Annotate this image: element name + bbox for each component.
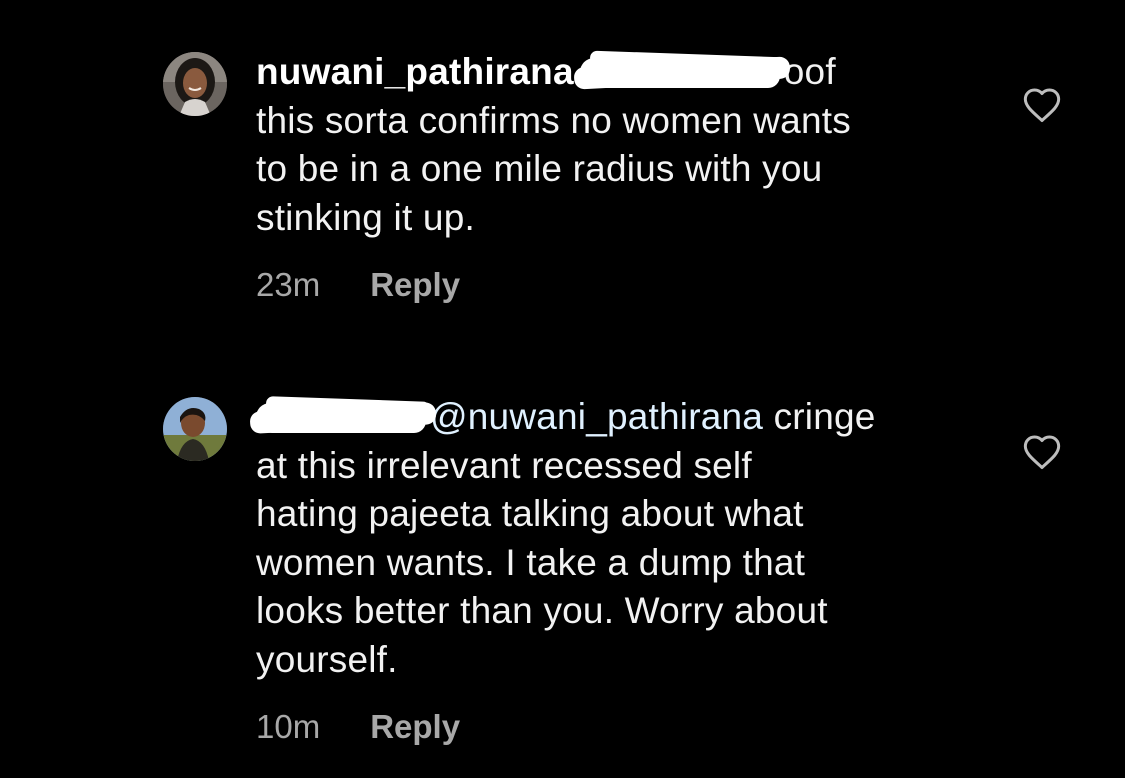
comment-mention[interactable]: @nuwani_pathirana — [430, 396, 763, 437]
avatar-photo — [163, 52, 227, 116]
avatar[interactable] — [163, 397, 227, 461]
comment-line: women wants. I take a dump that — [256, 541, 806, 583]
comment-line: looks better than you. Worry about — [256, 590, 828, 631]
reply-button[interactable]: Reply — [370, 708, 460, 746]
comment-first-line-tail: cringe — [773, 396, 876, 437]
heart-outline-icon[interactable] — [1022, 433, 1062, 471]
comment-username[interactable]: nuwani_pathirana — [256, 51, 574, 92]
comment-body: nuwani_pathirana oof this sorta confirms … — [256, 48, 976, 304]
reply-button[interactable]: Reply — [370, 266, 460, 304]
comment-line: at this irrelevant recessed self — [256, 444, 752, 486]
comment-timestamp: 23m — [256, 266, 321, 303]
heart-outline-icon[interactable] — [1022, 86, 1062, 124]
comment-first-line-tail: oof — [783, 51, 836, 92]
comment-meta: 10m Reply — [256, 708, 976, 746]
comment-line: this sorta confirms no women wants — [256, 99, 851, 141]
redacted-username — [256, 403, 426, 433]
comment-text: @nuwani_pathirana cringe at this irrelev… — [256, 393, 976, 684]
comment-line: stinking it up. — [256, 196, 475, 238]
comment-line: yourself. — [256, 638, 398, 680]
comment-text: nuwani_pathirana oof this sorta confirms … — [256, 48, 976, 242]
avatar[interactable] — [163, 52, 227, 116]
comment-meta: 23m Reply — [256, 266, 976, 304]
comment-body: @nuwani_pathirana cringe at this irrelev… — [256, 393, 976, 746]
comment-timestamp: 10m — [256, 708, 321, 745]
comment-line: hating pajeeta talking about what — [256, 493, 804, 534]
comment-line: to be in a one mile radius with you — [256, 148, 823, 189]
avatar-photo — [163, 397, 227, 461]
redacted-mention — [579, 58, 780, 88]
